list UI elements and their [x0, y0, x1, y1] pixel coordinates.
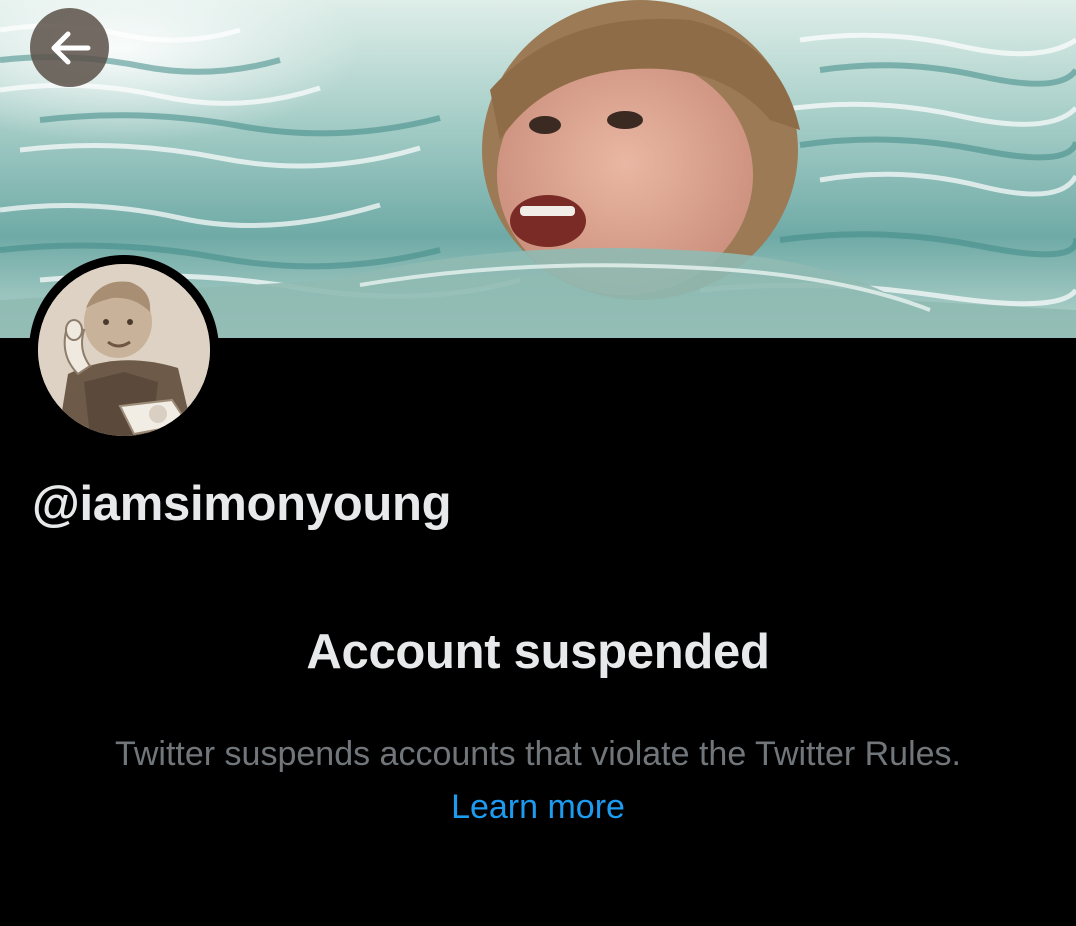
profile-handle: @iamsimonyoung [32, 477, 452, 531]
avatar[interactable] [29, 255, 219, 445]
profile-page: @iamsimonyoung Account suspended Twitter… [0, 0, 1076, 926]
suspended-title: Account suspended [306, 625, 770, 679]
suspended-description: Twitter suspends accounts that violate t… [80, 728, 996, 834]
avatar-image [38, 264, 210, 436]
back-button[interactable] [30, 8, 109, 87]
arrow-left-icon [51, 31, 90, 64]
learn-more-link[interactable]: Learn more [451, 788, 625, 826]
suspended-description-text: Twitter suspends accounts that violate t… [114, 735, 961, 773]
